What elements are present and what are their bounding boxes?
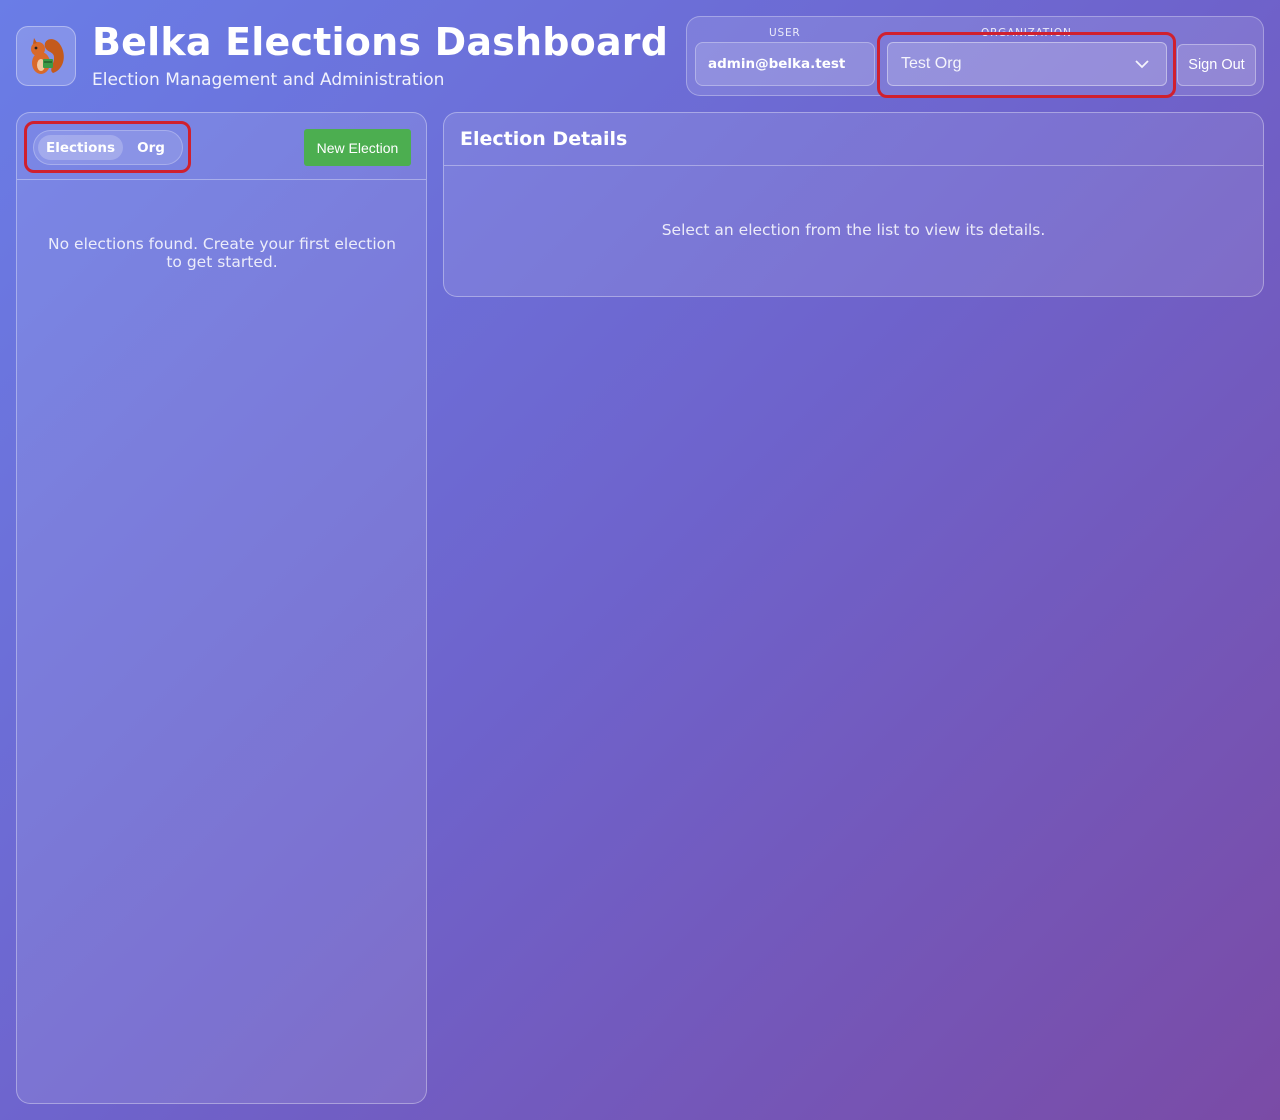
user-email-display: admin@belka.test [695,42,875,86]
organization-select[interactable]: Test Org [887,42,1167,86]
tab-org[interactable]: Org [129,135,173,160]
elections-empty-message: No elections found. Create your first el… [48,235,396,271]
election-details-title: Election Details [444,113,1263,166]
user-panel: USER ORGANIZATION admin@belka.test Test … [686,16,1264,98]
organization-selected-value: Test Org [901,55,962,72]
sidebar-tabs: Elections Org [33,130,183,165]
sign-out-button[interactable]: Sign Out [1177,44,1256,86]
user-label: USER [769,27,801,39]
user-email: admin@belka.test [708,56,846,72]
page-subtitle: Election Management and Administration [92,70,445,90]
election-details-panel: Election Details Select an election from… [443,112,1264,297]
app-logo [16,26,76,86]
new-election-button[interactable]: New Election [304,129,411,166]
elections-sidebar: Elections Org New Election No elections … [16,112,427,1104]
election-details-empty-message: Select an election from the list to view… [661,221,1046,239]
squirrel-logo-icon [31,38,64,74]
chevron-down-icon [1135,60,1149,69]
sidebar-header: Elections Org New Election [17,113,426,180]
tab-elections[interactable]: Elections [38,135,123,160]
page-title: Belka Elections Dashboard [92,20,669,64]
